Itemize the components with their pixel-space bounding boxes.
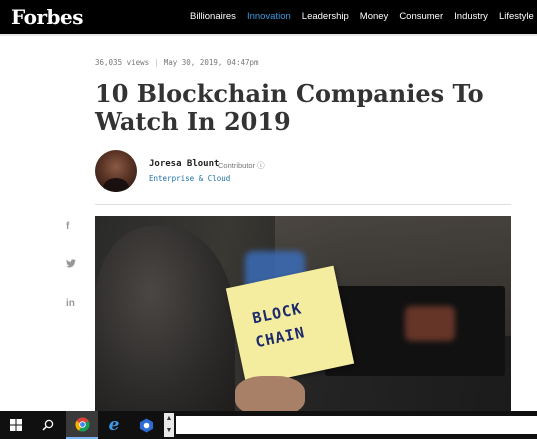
nav-divider <box>0 34 537 36</box>
forbes-logo[interactable]: Forbes <box>11 5 83 29</box>
author-avatar[interactable] <box>95 150 137 192</box>
nav-link-consumer[interactable]: Consumer <box>399 11 443 22</box>
twitter-share-icon[interactable] <box>66 259 76 271</box>
top-nav: Forbes Billionaires Innovation Leadershi… <box>0 0 537 34</box>
section-link[interactable]: Enterprise & Cloud <box>149 174 230 183</box>
chrome-icon[interactable] <box>66 411 98 439</box>
image-hand <box>235 376 305 411</box>
windows-start-icon[interactable] <box>0 411 32 439</box>
image-person <box>95 226 235 411</box>
meta-separator: | <box>154 58 159 67</box>
app-icon[interactable] <box>130 411 162 439</box>
nav-link-lifestyle[interactable]: Lifestyle <box>499 11 534 22</box>
nav-links: Billionaires Innovation Leadership Money… <box>190 11 537 22</box>
article-meta: 36,035 views | May 30, 2019, 04:47pm <box>95 58 259 67</box>
author-role: Contributor ⓘ <box>218 161 265 170</box>
linkedin-share-icon[interactable]: in <box>66 298 75 309</box>
hero-image: BLOCK CHAIN <box>95 216 511 411</box>
taskbar: e ▲ ▼ <box>0 411 537 439</box>
nav-link-innovation[interactable]: Innovation <box>247 11 291 22</box>
sticky-note-line1: BLOCK <box>250 299 304 328</box>
nav-link-leadership[interactable]: Leadership <box>302 11 349 22</box>
publish-date: May 30, 2019, 04:47pm <box>163 58 259 67</box>
nav-link-industry[interactable]: Industry <box>454 11 488 22</box>
edge-icon[interactable]: e <box>98 411 130 439</box>
nav-link-billionaires[interactable]: Billionaires <box>190 11 236 22</box>
taskbar-input-field[interactable] <box>176 416 537 434</box>
article-title: 10 Blockchain Companies To Watch In 2019 <box>95 79 484 136</box>
nav-link-money[interactable]: Money <box>360 11 389 22</box>
facebook-share-icon[interactable]: f <box>66 221 69 232</box>
byline-divider <box>95 204 511 205</box>
taskbar-scroll-control[interactable]: ▲ ▼ <box>164 413 174 437</box>
sticky-note-line2: CHAIN <box>253 323 307 352</box>
author-name[interactable]: Joresa Blount <box>149 159 219 169</box>
image-bokeh-red <box>405 306 455 341</box>
view-count: 36,035 views <box>95 58 150 67</box>
search-icon[interactable] <box>32 411 64 439</box>
